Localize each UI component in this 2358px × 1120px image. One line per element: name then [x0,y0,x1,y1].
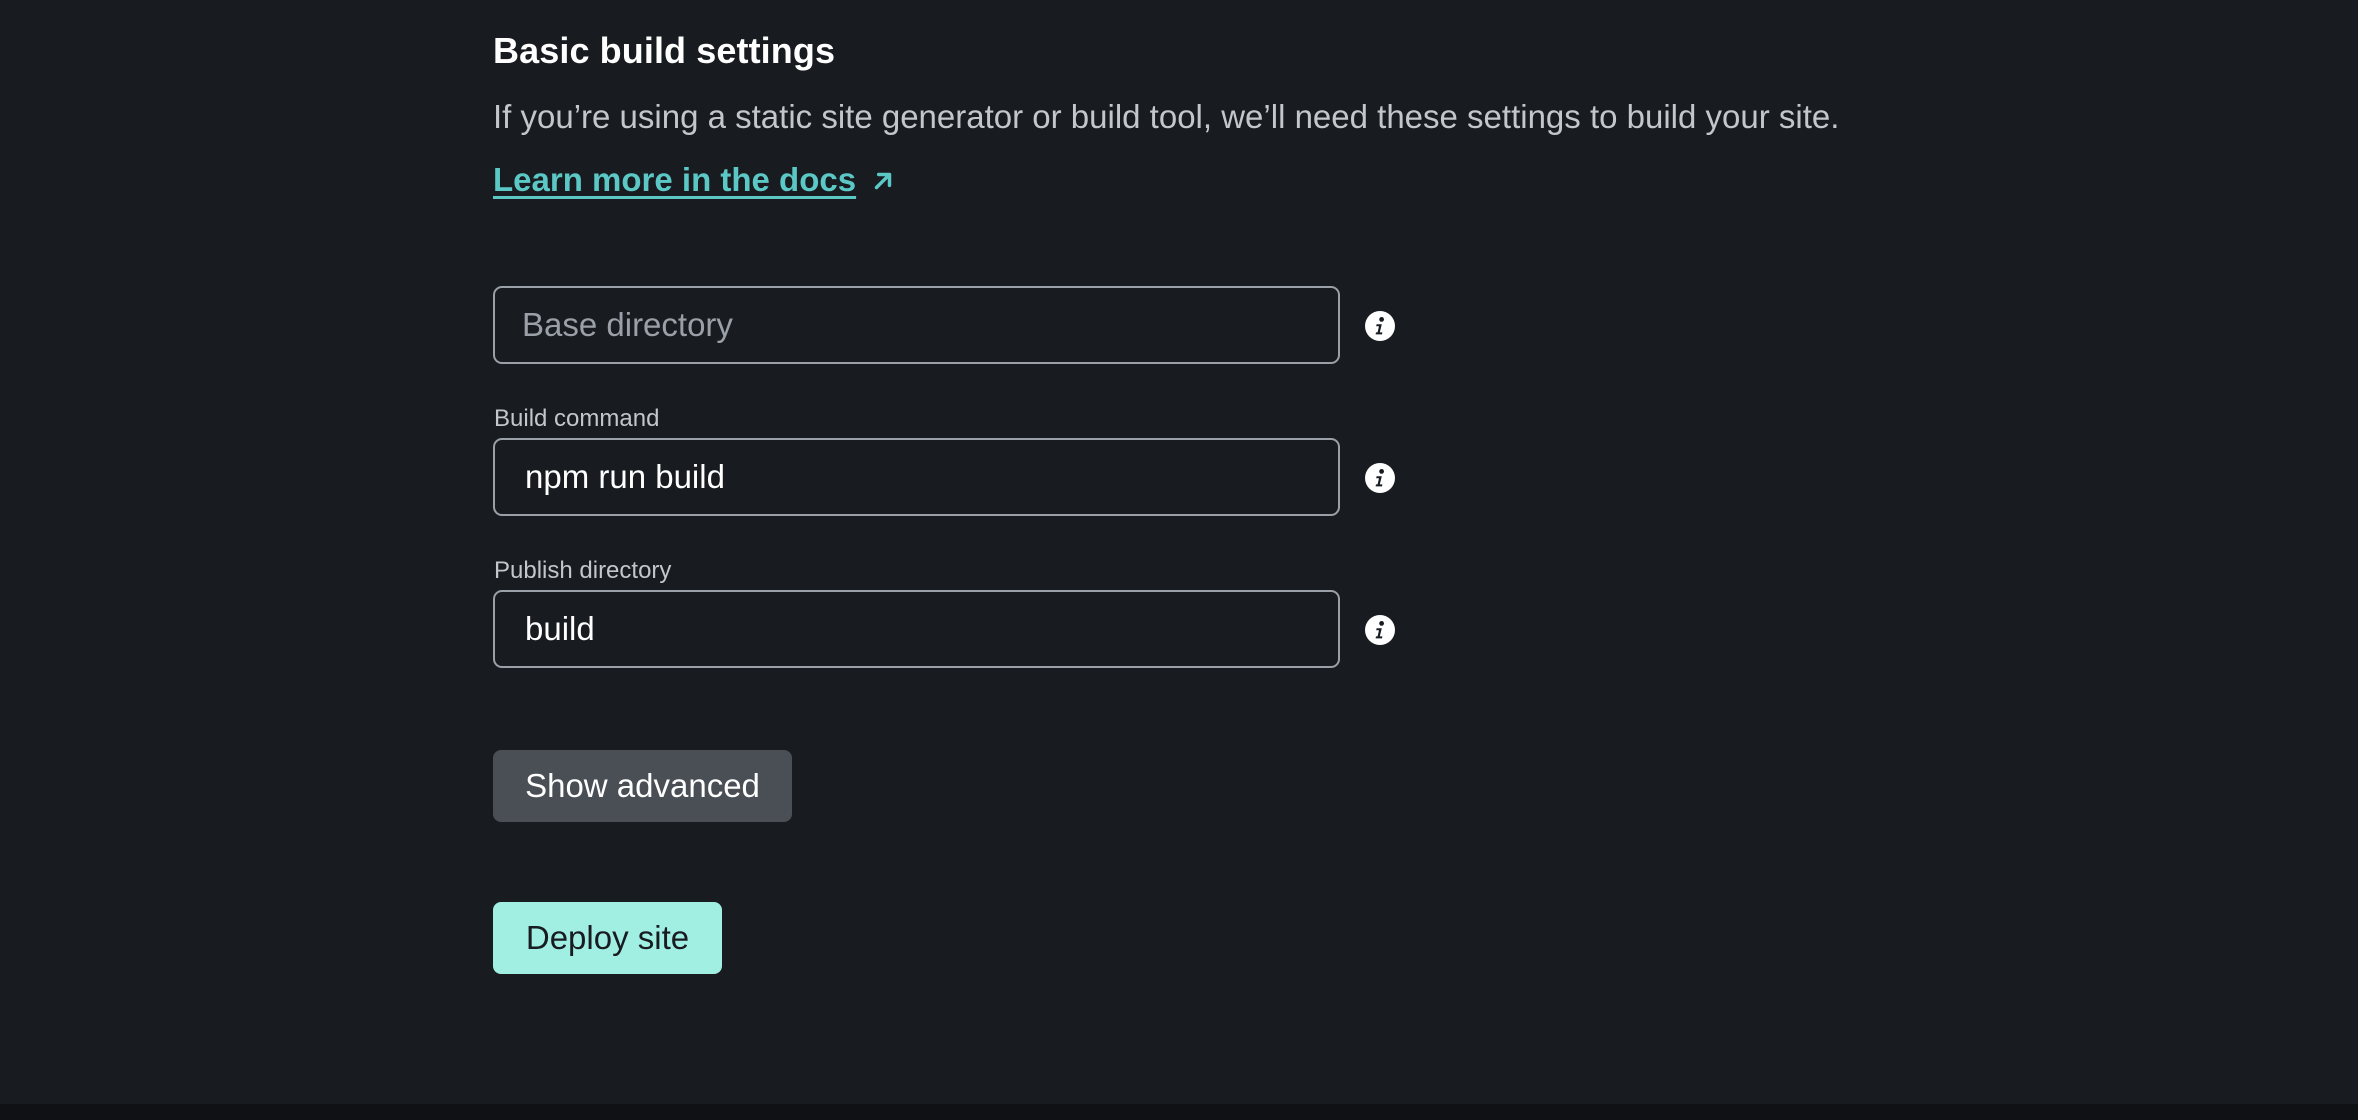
build-command-field[interactable] [493,438,1340,516]
docs-link-label: Learn more in the docs [493,161,857,198]
info-icon[interactable] [1364,462,1396,494]
section-description: If you’re using a static site generator … [493,98,1840,135]
publish-directory-label: Publish directory [494,557,672,584]
section-title: Basic build settings [493,30,836,71]
build-command-input[interactable] [495,440,1338,514]
base-directory-input[interactable] [495,288,1338,362]
publish-directory-input[interactable] [495,592,1338,666]
build-command-label: Build command [494,405,660,432]
info-icon[interactable] [1364,310,1396,342]
deploy-site-button[interactable]: Deploy site [493,902,722,974]
bottom-bar [0,1104,2358,1120]
base-directory-field[interactable] [493,286,1340,364]
info-icon[interactable] [1364,614,1396,646]
show-advanced-button[interactable]: Show advanced [493,750,792,822]
arrow-up-right-icon [874,172,892,190]
docs-link[interactable]: Learn more in the docs [493,161,896,199]
publish-directory-field[interactable] [493,590,1340,668]
